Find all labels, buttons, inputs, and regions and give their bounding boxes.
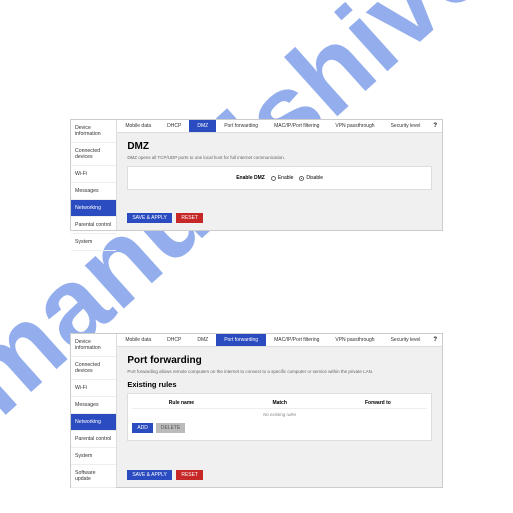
tab-dhcp[interactable]: DHCP: [159, 334, 189, 346]
sidebar-item-parental[interactable]: Parental control: [71, 217, 116, 234]
sidebar-item-messages[interactable]: Messages: [71, 183, 116, 200]
tab-mac-ip-filter[interactable]: MAC/IP/Port filtering: [266, 120, 327, 132]
tab-port-forwarding[interactable]: Port forwarding: [216, 120, 266, 132]
help-icon[interactable]: ?: [428, 121, 442, 131]
action-bar: SAVE & APPLY RESET: [117, 206, 442, 230]
col-rule-name: Rule name: [132, 400, 230, 406]
add-button[interactable]: ADD: [132, 423, 153, 433]
col-match: Match: [231, 400, 329, 406]
action-bar: SAVE & APPLY RESET: [117, 463, 442, 487]
sidebar-item-messages[interactable]: Messages: [71, 397, 116, 414]
save-button[interactable]: SAVE & APPLY: [127, 470, 172, 480]
delete-button[interactable]: DELETE: [156, 423, 185, 433]
content: Port forwarding Port forwarding allows r…: [117, 347, 442, 463]
reset-button[interactable]: RESET: [176, 470, 203, 480]
tab-dhcp[interactable]: DHCP: [159, 120, 189, 132]
sidebar-item-system[interactable]: System: [71, 448, 116, 465]
sidebar-item-connected[interactable]: Connected devices: [71, 357, 116, 380]
rules-table: Rule name Match Forward to No existing r…: [127, 393, 432, 441]
tab-dmz[interactable]: DMZ: [189, 334, 216, 346]
tab-bar: Mobile data DHCP DMZ Port forwarding MAC…: [117, 120, 442, 133]
sidebar-item-networking[interactable]: Networking: [71, 200, 116, 217]
sidebar-item-connected[interactable]: Connected devices: [71, 143, 116, 166]
form-box: Enable DMZ Enable Disable: [127, 166, 432, 190]
main-area: Mobile data DHCP DMZ Port forwarding MAC…: [117, 120, 442, 230]
tab-vpn[interactable]: VPN passthrough: [327, 120, 382, 132]
page-title: DMZ: [127, 141, 432, 152]
enable-dmz-label: Enable DMZ: [236, 175, 265, 181]
tab-mobile-data[interactable]: Mobile data: [117, 120, 159, 132]
dmz-panel: Device information Connected devices Wi-…: [70, 119, 443, 231]
save-button[interactable]: SAVE & APPLY: [127, 213, 172, 223]
sidebar: Device information Connected devices Wi-…: [71, 334, 117, 487]
sidebar-item-parental[interactable]: Parental control: [71, 431, 116, 448]
tab-mac-ip-filter[interactable]: MAC/IP/Port filtering: [266, 334, 327, 346]
help-icon[interactable]: ?: [428, 335, 442, 345]
empty-state: No existing rules: [132, 409, 427, 420]
col-forward-to: Forward to: [329, 400, 427, 406]
page-desc: DMZ opens all TCP/UDP ports to one local…: [127, 155, 432, 160]
radio-enable[interactable]: Enable: [271, 175, 294, 181]
tab-mobile-data[interactable]: Mobile data: [117, 334, 159, 346]
port-forwarding-panel: Device information Connected devices Wi-…: [70, 333, 443, 488]
existing-rules-heading: Existing rules: [127, 380, 432, 389]
radio-disable[interactable]: Disable: [299, 175, 323, 181]
tab-security[interactable]: Security level: [383, 120, 429, 132]
sidebar-item-wifi[interactable]: Wi-Fi: [71, 166, 116, 183]
sidebar-item-system[interactable]: System: [71, 234, 116, 251]
sidebar-item-device-info[interactable]: Device information: [71, 120, 116, 143]
main-area: Mobile data DHCP DMZ Port forwarding MAC…: [117, 334, 442, 487]
page-desc: Port forwarding allows remote computers …: [127, 369, 432, 374]
content: DMZ DMZ opens all TCP/UDP ports to one l…: [117, 133, 442, 206]
sidebar-item-device-info[interactable]: Device information: [71, 334, 116, 357]
sidebar-item-networking[interactable]: Networking: [71, 414, 116, 431]
sidebar: Device information Connected devices Wi-…: [71, 120, 117, 230]
tab-dmz[interactable]: DMZ: [189, 120, 216, 132]
sidebar-item-wifi[interactable]: Wi-Fi: [71, 380, 116, 397]
reset-button[interactable]: RESET: [176, 213, 203, 223]
tab-bar: Mobile data DHCP DMZ Port forwarding MAC…: [117, 334, 442, 347]
page-title: Port forwarding: [127, 355, 432, 366]
sidebar-item-software-update[interactable]: Software update: [71, 465, 116, 488]
tab-port-forwarding[interactable]: Port forwarding: [216, 334, 266, 346]
tab-vpn[interactable]: VPN passthrough: [327, 334, 382, 346]
tab-security[interactable]: Security level: [383, 334, 429, 346]
